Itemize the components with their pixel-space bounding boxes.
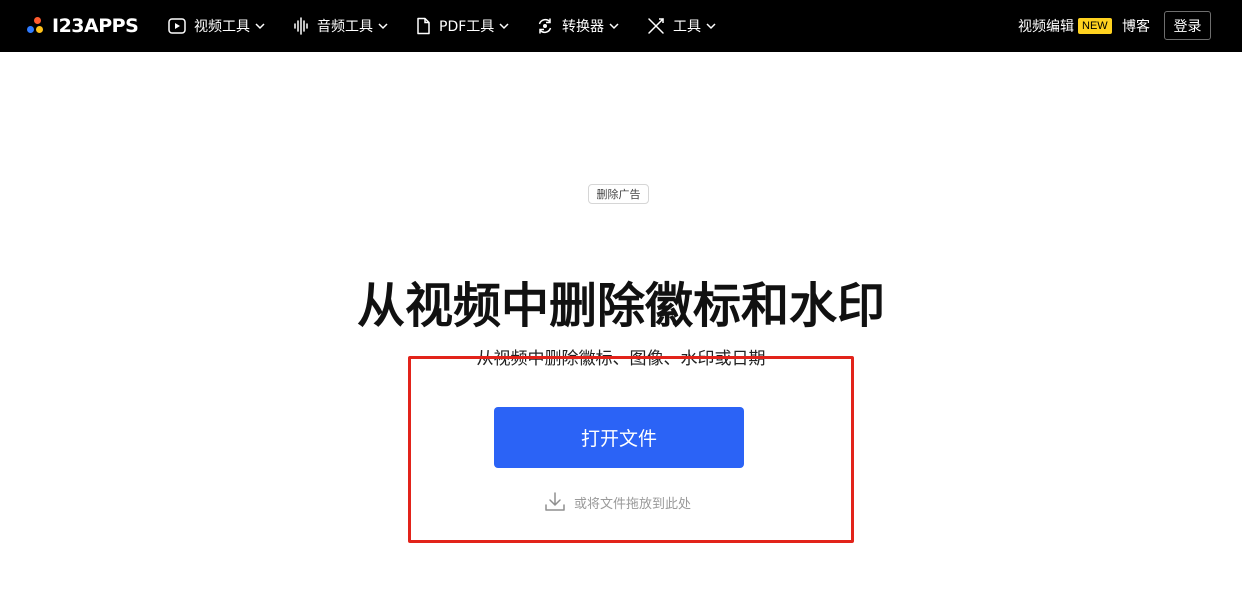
drop-hint-text: 或将文件拖放到此处 <box>574 496 692 512</box>
nav-audio-tools[interactable]: 音频工具 <box>293 0 388 52</box>
chevron-down-icon <box>378 23 388 30</box>
logo-dot-yellow <box>36 26 43 33</box>
nav-label: PDF工具 <box>439 19 495 35</box>
nav-video-tools[interactable]: 视频工具 <box>168 0 265 52</box>
blog-link[interactable]: 博客 <box>1122 0 1150 52</box>
logo-text: I23APPS <box>52 15 139 37</box>
chevron-down-icon <box>609 23 619 30</box>
open-file-button[interactable]: 打开文件 <box>494 407 744 468</box>
logo-dots-icon <box>26 16 46 36</box>
download-icon <box>545 492 565 511</box>
video-editor-label: 视频编辑 <box>1018 19 1074 35</box>
nav-converters[interactable]: 转换器 <box>536 0 619 52</box>
video-editor-link[interactable]: 视频编辑 NEW <box>1018 0 1112 52</box>
logo-dot-orange <box>34 17 41 24</box>
nav-label: 转换器 <box>562 19 604 35</box>
login-button[interactable]: 登录 <box>1164 11 1211 40</box>
nav-tools[interactable]: 工具 <box>647 0 716 52</box>
sound-wave-icon <box>294 17 308 35</box>
play-circle-icon <box>168 18 186 34</box>
nav-pdf-tools[interactable]: PDF工具 <box>415 0 509 52</box>
page-title: 从视频中删除徽标和水印 <box>356 278 885 334</box>
app-logo[interactable]: I23APPS <box>26 14 139 38</box>
drop-zone-hint[interactable]: 或将文件拖放到此处 <box>544 491 691 513</box>
page-subtitle: 从视频中删除徽标、图像、水印或日期 <box>476 349 766 369</box>
logo-dot-blue <box>27 26 34 33</box>
chevron-down-icon <box>255 23 265 30</box>
convert-icon <box>538 18 552 34</box>
document-icon <box>417 17 430 35</box>
nav-label: 工具 <box>673 19 701 35</box>
chevron-down-icon <box>706 23 716 30</box>
top-navigation-bar: I23APPS 视频工具 音频工具 PDF工具 转换器 工具 视频编辑 NEW … <box>0 0 1242 52</box>
nav-label: 视频工具 <box>194 19 250 35</box>
blog-label: 博客 <box>1122 19 1150 35</box>
nav-label: 音频工具 <box>317 19 373 35</box>
remove-ads-button[interactable]: 删除广告 <box>588 184 649 204</box>
chevron-down-icon <box>499 23 509 30</box>
new-badge: NEW <box>1078 18 1112 34</box>
tools-icon <box>648 18 664 34</box>
